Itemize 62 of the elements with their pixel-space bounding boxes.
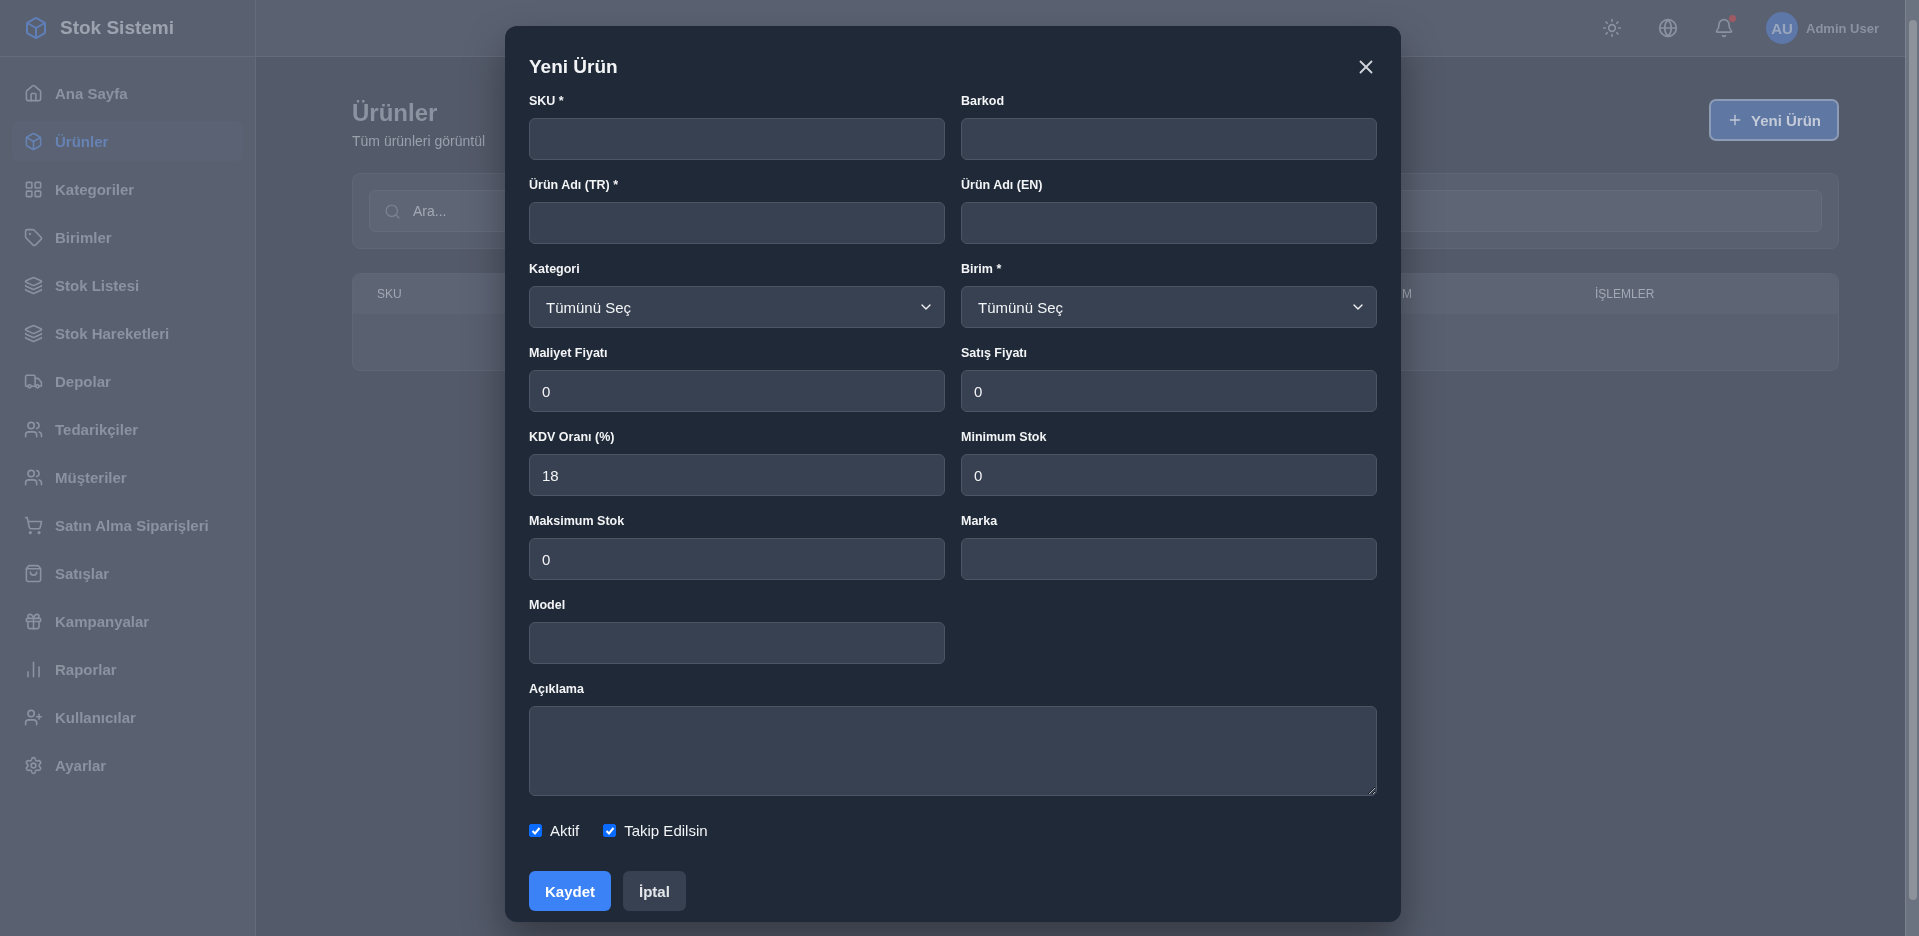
select-field[interactable]: Tümünü Seç bbox=[961, 286, 1377, 328]
field-label: Satış Fiyatı bbox=[961, 346, 1028, 360]
field-label: Birim * bbox=[961, 262, 1003, 276]
new-product-button[interactable]: Yeni Ürün bbox=[1709, 99, 1839, 141]
checkbox-label[interactable]: Aktif bbox=[529, 822, 580, 839]
input-field[interactable] bbox=[961, 202, 1377, 244]
users-icon bbox=[24, 467, 43, 487]
bag-icon bbox=[24, 563, 43, 583]
input-field[interactable]: 0 bbox=[961, 370, 1377, 412]
search-icon bbox=[384, 202, 401, 220]
input-field[interactable]: 0 bbox=[529, 370, 945, 412]
select-field[interactable]: Tümünü Seç bbox=[529, 286, 945, 328]
layers-icon bbox=[24, 275, 43, 295]
cart-icon bbox=[24, 515, 43, 535]
plus-icon bbox=[1727, 112, 1743, 128]
field-label: Açıklama bbox=[529, 682, 585, 696]
gift-icon bbox=[24, 611, 43, 631]
page-subtitle: Tüm ürünleri görüntül bbox=[352, 133, 486, 149]
column-header: İŞLEMLER bbox=[1595, 287, 1655, 301]
box-icon bbox=[24, 131, 43, 151]
modal-title: Yeni Ürün bbox=[529, 56, 618, 78]
column-header: M bbox=[1402, 287, 1412, 301]
search-input[interactable]: Ara... bbox=[411, 202, 596, 220]
input-field[interactable] bbox=[529, 118, 945, 160]
app-title: Stok Sistemi bbox=[60, 17, 175, 39]
field-label: Ürün Adı (EN) bbox=[961, 178, 1044, 192]
field-label: Ürün Adı (TR) * bbox=[529, 178, 620, 192]
field-label: Kategori bbox=[529, 262, 581, 276]
page-title: Ürünler bbox=[352, 99, 439, 127]
input-field[interactable] bbox=[961, 538, 1377, 580]
field-label: SKU * bbox=[529, 94, 565, 108]
avatar: AU bbox=[1766, 12, 1799, 44]
checkbox[interactable] bbox=[529, 824, 542, 837]
input-field[interactable] bbox=[529, 202, 945, 244]
textarea-field[interactable] bbox=[529, 706, 1377, 796]
field-label: Minimum Stok bbox=[961, 430, 1048, 444]
grid-icon bbox=[24, 179, 43, 199]
field-label: Model bbox=[529, 598, 567, 612]
tag-icon bbox=[24, 227, 43, 247]
input-field[interactable]: 0 bbox=[529, 538, 945, 580]
settings-icon bbox=[24, 755, 43, 775]
input-field[interactable]: 0 bbox=[961, 454, 1377, 496]
bar-chart-icon bbox=[24, 659, 43, 679]
truck-icon bbox=[24, 371, 43, 391]
house-icon bbox=[24, 83, 43, 103]
field-label: Marka bbox=[961, 514, 999, 528]
field-label: Maliyet Fiyatı bbox=[529, 346, 609, 360]
users-icon bbox=[24, 419, 43, 439]
input-field[interactable]: 18 bbox=[529, 454, 945, 496]
input-field[interactable] bbox=[961, 118, 1377, 160]
column-header: SKU bbox=[377, 287, 402, 301]
input-field[interactable] bbox=[529, 622, 945, 664]
cube-logo-icon bbox=[24, 16, 48, 40]
user-plus-icon bbox=[24, 707, 43, 727]
save-button[interactable]: Kaydet bbox=[529, 871, 612, 911]
field-label: KDV Oranı (%) bbox=[529, 430, 616, 444]
cancel-button[interactable]: İptal bbox=[623, 871, 686, 911]
field-label: Barkod bbox=[961, 94, 1006, 108]
checkbox-label[interactable]: Takip Edilsin bbox=[603, 822, 708, 839]
checkbox[interactable] bbox=[603, 824, 617, 837]
layers-icon bbox=[24, 323, 43, 343]
field-label: Maksimum Stok bbox=[529, 514, 626, 528]
